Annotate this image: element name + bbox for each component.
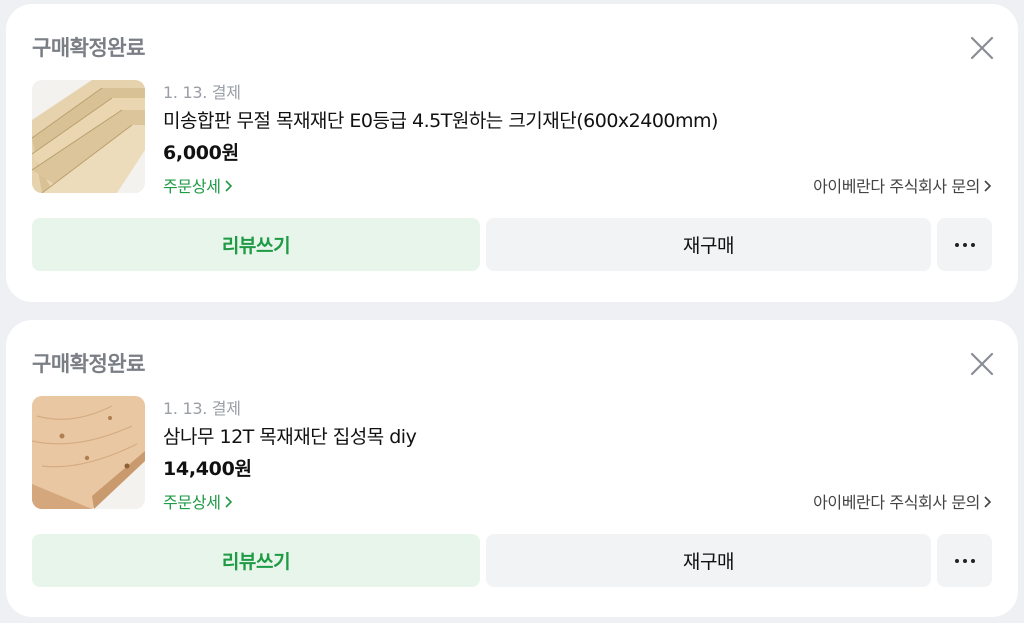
more-options-button[interactable]: [937, 534, 992, 587]
more-options-button[interactable]: [937, 218, 992, 271]
product-price: 6,000원: [163, 142, 239, 164]
seller-inquiry-link[interactable]: 아이베란다 주식회사 문의: [813, 173, 992, 197]
product-thumbnail[interactable]: [32, 80, 145, 193]
product-title[interactable]: 미송합판 무절 목재재단 E0등급 4.5T원하는 크기재단(600x2400m…: [163, 106, 718, 133]
order-detail-link[interactable]: 주문상세: [163, 489, 233, 513]
chevron-right-icon: [223, 178, 233, 192]
product-thumbnail[interactable]: [32, 396, 145, 509]
order-card: 구매확정완료 1. 13. 결제 삼나무 12T 목재재단 집성목 diy 14…: [6, 320, 1018, 617]
close-icon[interactable]: [968, 34, 996, 62]
more-dots-icon: [954, 558, 975, 563]
order-detail-label: 주문상세: [163, 177, 221, 196]
chevron-right-icon: [223, 494, 233, 508]
write-review-button[interactable]: 리뷰쓰기: [32, 218, 480, 271]
order-card: 구매확정완료 1. 13. 결제 미송합판 무절 목재재단 E0등급 4.5T원…: [6, 4, 1018, 302]
order-status: 구매확정완료: [32, 36, 145, 60]
order-detail-label: 주문상세: [163, 493, 221, 512]
seller-inquiry-label: 아이베란다 주식회사 문의: [813, 493, 980, 512]
chevron-right-icon: [982, 178, 992, 192]
product-price: 14,400원: [163, 458, 252, 480]
payment-date: 1. 13. 결제: [163, 83, 241, 102]
order-detail-link[interactable]: 주문상세: [163, 173, 233, 197]
more-dots-icon: [954, 242, 975, 247]
chevron-right-icon: [982, 494, 992, 508]
payment-date: 1. 13. 결제: [163, 399, 241, 418]
product-title[interactable]: 삼나무 12T 목재재단 집성목 diy: [163, 422, 417, 449]
write-review-button[interactable]: 리뷰쓰기: [32, 534, 480, 587]
rebuy-button[interactable]: 재구매: [486, 218, 931, 271]
close-icon[interactable]: [968, 350, 996, 378]
seller-inquiry-link[interactable]: 아이베란다 주식회사 문의: [813, 489, 992, 513]
rebuy-button[interactable]: 재구매: [486, 534, 931, 587]
order-status: 구매확정완료: [32, 352, 145, 376]
seller-inquiry-label: 아이베란다 주식회사 문의: [813, 177, 980, 196]
